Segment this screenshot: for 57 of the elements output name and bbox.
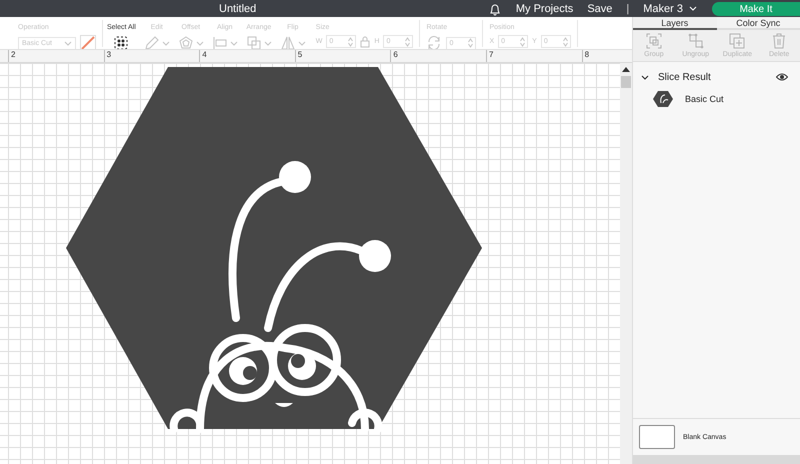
stepper-icon: [348, 36, 354, 46]
scroll-thumb[interactable]: [621, 76, 631, 88]
caret-icon: [298, 40, 306, 46]
arrange-icon: [246, 35, 262, 49]
stepper-icon: [468, 38, 474, 48]
lock-icon[interactable]: [360, 36, 370, 48]
separator: |: [626, 2, 630, 14]
pentagon-icon: [178, 35, 194, 49]
caret-icon: [196, 40, 204, 46]
ruler-number: 3: [104, 50, 200, 62]
select-icon: [113, 35, 130, 49]
group-icon: [646, 33, 662, 49]
trash-icon: [771, 33, 788, 49]
flip-icon: [280, 35, 296, 49]
ruler-number: 4: [199, 50, 295, 62]
layer-row[interactable]: Basic Cut: [633, 88, 800, 110]
bell-icon[interactable]: [488, 2, 502, 16]
machine-selector[interactable]: Maker 3: [643, 2, 698, 14]
align-icon: [212, 35, 228, 49]
document-title: Untitled: [219, 2, 256, 14]
ruler-number: 6: [390, 50, 486, 62]
layer-name: Slice Result: [658, 72, 711, 82]
header-link[interactable]: Save: [587, 2, 612, 14]
caret-icon: [264, 40, 272, 46]
hexagon-bug-drawing[interactable]: [66, 67, 482, 433]
offset-tool-button[interactable]: [178, 35, 204, 49]
ungroup-icon: [688, 33, 704, 49]
scroll-up-icon[interactable]: [622, 66, 630, 72]
chevron-down-icon: [689, 5, 698, 12]
stepper-icon: [562, 36, 568, 46]
header-link[interactable]: My Projects: [516, 2, 574, 14]
pencil-icon: [144, 35, 160, 49]
scrollbar[interactable]: [620, 63, 632, 464]
duplicate-icon: [729, 33, 746, 49]
align-tool-button[interactable]: [212, 35, 238, 49]
ruler-number: 5: [294, 50, 390, 62]
ruler-number: 7: [486, 50, 582, 62]
chevron-down-icon[interactable]: [641, 74, 650, 80]
select-tool-button[interactable]: [113, 35, 130, 49]
panel-tab[interactable]: Layers: [633, 17, 716, 30]
arrange-tool-button[interactable]: [246, 35, 272, 49]
eye-icon[interactable]: [776, 73, 788, 81]
ruler-number: 2: [8, 50, 104, 62]
flip-tool-button[interactable]: [280, 35, 306, 49]
rotate-icon[interactable]: [426, 35, 442, 49]
hexagon-thumbnail-icon: [653, 90, 673, 108]
caret-icon: [230, 40, 238, 46]
line-color-swatch[interactable]: [80, 35, 96, 49]
stepper-icon: [405, 36, 410, 46]
pencil-tool-button[interactable]: [144, 35, 170, 49]
caret-icon: [64, 40, 72, 46]
layer-name: Basic Cut: [685, 94, 724, 104]
canvas-swatch: [639, 425, 675, 449]
layer-group-row[interactable]: Slice Result: [633, 70, 800, 84]
make-it-button[interactable]: Make It: [712, 2, 800, 16]
caret-icon: [162, 40, 170, 46]
stepper-icon: [520, 36, 526, 46]
